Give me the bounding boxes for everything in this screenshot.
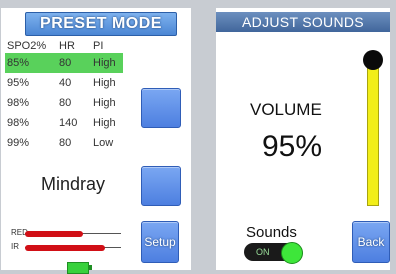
volume-slider-track[interactable] — [367, 54, 379, 206]
preset-select-button[interactable] — [141, 88, 181, 128]
device-select-button[interactable] — [141, 166, 181, 206]
red-waveform — [25, 231, 83, 237]
volume-slider-knob[interactable] — [363, 49, 383, 70]
battery-tip — [89, 265, 92, 270]
preset-row-2[interactable]: 95% 40 High — [5, 73, 123, 93]
row-pi: High — [93, 77, 116, 89]
row-hr: 40 — [59, 77, 72, 89]
setup-button[interactable]: Setup — [141, 221, 179, 263]
row-spo2: 95% — [7, 77, 30, 89]
row-spo2: 98% — [7, 97, 30, 109]
volume-value: 95% — [262, 130, 323, 163]
ir-waveform — [25, 245, 105, 251]
adjust-sounds-panel: ADJUST SOUNDS VOLUME 95% Sounds ON Back — [216, 8, 390, 270]
row-hr: 80 — [59, 137, 72, 149]
volume-label: VOLUME — [250, 100, 322, 119]
column-spo2: SPO2% — [7, 40, 47, 52]
sounds-label: Sounds — [246, 224, 297, 241]
row-pi: High — [93, 117, 116, 129]
preset-mode-title: PRESET MODE — [25, 12, 177, 36]
adjust-sounds-title: ADJUST SOUNDS — [216, 12, 390, 32]
row-pi: High — [93, 97, 116, 109]
toggle-knob — [281, 242, 303, 264]
column-pi: PI — [93, 40, 104, 52]
row-spo2: 85% — [7, 57, 30, 69]
sounds-toggle[interactable]: ON — [244, 242, 303, 264]
device-name: Mindray — [41, 174, 106, 194]
preset-row-5[interactable]: 99% 80 Low — [5, 133, 123, 153]
row-pi: Low — [93, 137, 114, 149]
preset-row-4[interactable]: 98% 140 High — [5, 113, 123, 133]
row-spo2: 98% — [7, 117, 30, 129]
preset-row-1[interactable]: 85% 80 High — [5, 53, 123, 73]
row-hr: 80 — [59, 57, 72, 69]
row-hr: 140 — [59, 117, 78, 129]
row-spo2: 99% — [7, 137, 30, 149]
ir-waveform-label: IR — [11, 242, 19, 251]
preset-mode-panel: PRESET MODE SPO2% HR PI 85% 80 High 95% … — [1, 8, 191, 274]
preset-row-3[interactable]: 98% 80 High — [5, 93, 123, 113]
column-hr: HR — [59, 40, 75, 52]
back-button[interactable]: Back — [352, 221, 390, 263]
row-pi: High — [93, 57, 116, 69]
toggle-state-text: ON — [256, 247, 270, 257]
row-hr: 80 — [59, 97, 72, 109]
preset-table-header: SPO2% HR PI — [5, 39, 123, 53]
battery-icon — [67, 262, 89, 274]
